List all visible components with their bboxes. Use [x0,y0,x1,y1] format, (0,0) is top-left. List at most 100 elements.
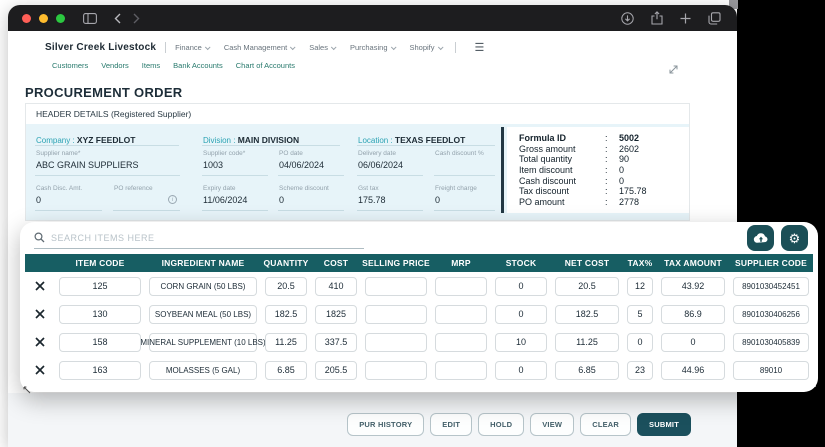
cloud-upload-button[interactable] [747,225,774,251]
cell-quantity[interactable]: 182.5 [265,305,307,324]
cell-tax-amount[interactable]: 86.9 [661,305,725,324]
cell-quantity[interactable]: 6.85 [265,361,307,380]
menu-sales[interactable]: Sales [309,43,335,52]
cell-tax-amount[interactable]: 44.96 [661,361,725,380]
field-value-gst-tax[interactable]: 175.78 [358,195,386,205]
delete-row-button[interactable] [25,365,55,375]
cell-tax-pct[interactable]: 12 [627,277,653,296]
sidebar-toggle-icon[interactable] [83,13,97,24]
info-icon[interactable]: i [168,195,177,204]
minimize-window-button[interactable] [39,14,48,23]
cell-ingredient-name[interactable]: MOLASSES (5 GAL) [149,361,257,380]
cell-mrp[interactable] [435,277,487,296]
cell-item-code[interactable]: 158 [59,333,141,352]
cell-stock[interactable]: 0 [495,277,547,296]
brand-title: Silver Creek Livestock [45,42,156,53]
cell-net-cost[interactable]: 20.5 [555,277,619,296]
field-value-supplier-name[interactable]: ABC GRAIN SUPPLIERS [36,160,139,170]
column-header-ingredient-name: INGREDIENT NAME [145,254,261,272]
download-icon[interactable] [621,12,634,25]
traffic-lights [22,14,65,23]
expand-diagonal-icon[interactable] [668,62,679,80]
subnav-item-chart-of-accounts[interactable]: Chart of Accounts [236,61,295,70]
cell-selling-price[interactable] [365,333,427,352]
summary-row-item-discount: Item discount:0 [519,165,689,175]
share-icon[interactable] [651,11,663,25]
cell-stock[interactable]: 10 [495,333,547,352]
search-field[interactable] [34,227,364,249]
field-value-po-date[interactable]: 04/06/2024 [279,160,324,170]
tabs-overview-icon[interactable] [708,12,721,25]
table-row: 125 CORN GRAIN (50 LBS) 20.5 410 0 20.5 12 43.9… [25,272,813,300]
zoom-window-button[interactable] [56,14,65,23]
cell-net-cost[interactable]: 11.25 [555,333,619,352]
menu-cash-management[interactable]: Cash Management [224,43,294,52]
submit-button[interactable]: SUBMIT [637,413,691,436]
field-value-delivery-date[interactable]: 06/06/2024 [358,160,403,170]
header-details-section: HEADER DETAILS (Registered Supplier) For… [25,103,690,221]
cell-cost[interactable]: 337.5 [315,333,357,352]
field-value-freight-charge[interactable]: 0 [435,195,440,205]
cell-net-cost[interactable]: 6.85 [555,361,619,380]
cell-quantity[interactable]: 11.25 [265,333,307,352]
cell-tax-pct[interactable]: 23 [627,361,653,380]
subnav-item-items[interactable]: Items [142,61,160,70]
cell-tax-amount[interactable]: 0 [661,333,725,352]
cell-supplier-code[interactable]: 8901030405839 [733,333,809,352]
cell-ingredient-name[interactable]: SOYBEAN MEAL (50 LBS) [149,305,257,324]
cell-cost[interactable]: 410 [315,277,357,296]
field-value-expiry-date[interactable]: 11/06/2024 [203,195,247,205]
cell-stock[interactable]: 0 [495,361,547,380]
back-icon[interactable] [114,13,121,24]
delete-row-button[interactable] [25,281,55,291]
cell-supplier-code[interactable]: 89010 [733,361,809,380]
cell-cost[interactable]: 1825 [315,305,357,324]
menu-finance[interactable]: Finance [175,43,209,52]
subnav-item-vendors[interactable]: Vendors [101,61,129,70]
cell-mrp[interactable] [435,361,487,380]
table-row: 158 MINERAL SUPPLEMENT (10 LBS) 11.25 337.5… [25,328,813,356]
close-window-button[interactable] [22,14,31,23]
cell-item-code[interactable]: 163 [59,361,141,380]
cell-mrp[interactable] [435,333,487,352]
menu-shopify[interactable]: Shopify [410,43,442,52]
hold-button[interactable]: HOLD [478,413,524,436]
cell-cost[interactable]: 205.5 [315,361,357,380]
summary-label: Item discount [519,165,605,175]
subnav-item-bank-accounts[interactable]: Bank Accounts [173,61,223,70]
field-value-scheme-discount[interactable]: 0 [279,195,284,205]
new-tab-icon[interactable] [680,13,691,24]
search-items-input[interactable] [51,233,364,243]
forward-icon[interactable] [133,13,140,24]
settings-gear-button[interactable]: ⚙ [781,225,808,251]
cell-ingredient-name[interactable]: MINERAL SUPPLEMENT (10 LBS) [149,333,257,352]
field-value-supplier-code[interactable]: 1003 [203,160,223,170]
cell-selling-price[interactable] [365,305,427,324]
cell-item-code[interactable]: 130 [59,305,141,324]
delete-row-button[interactable] [25,337,55,347]
org-label: Company : [36,136,77,145]
cell-selling-price[interactable] [365,361,427,380]
cell-quantity[interactable]: 20.5 [265,277,307,296]
field-value-cash-disc-amt[interactable]: 0 [36,195,41,205]
cell-stock[interactable]: 0 [495,305,547,324]
cell-supplier-code[interactable]: 8901030452451 [733,277,809,296]
subnav-item-customers[interactable]: Customers [52,61,88,70]
cell-item-code[interactable]: 125 [59,277,141,296]
cell-tax-pct[interactable]: 5 [627,305,653,324]
cell-mrp[interactable] [435,305,487,324]
cell-supplier-code[interactable]: 8901030406256 [733,305,809,324]
edit-button[interactable]: EDIT [430,413,472,436]
menu-purchasing[interactable]: Purchasing [350,43,395,52]
cell-tax-pct[interactable]: 0 [627,333,653,352]
cell-net-cost[interactable]: 182.5 [555,305,619,324]
pur-history-button[interactable]: PUR HISTORY [347,413,424,436]
cell-tax-amount[interactable]: 43.92 [661,277,725,296]
clear-button[interactable]: CLEAR [580,413,631,436]
cell-ingredient-name[interactable]: CORN GRAIN (50 LBS) [149,277,257,296]
cell-selling-price[interactable] [365,277,427,296]
delete-row-button[interactable] [25,309,55,319]
summary-value: 175.78 [619,186,647,196]
hamburger-menu-icon[interactable]: ☰ [475,41,485,54]
view-button[interactable]: VIEW [530,413,574,436]
